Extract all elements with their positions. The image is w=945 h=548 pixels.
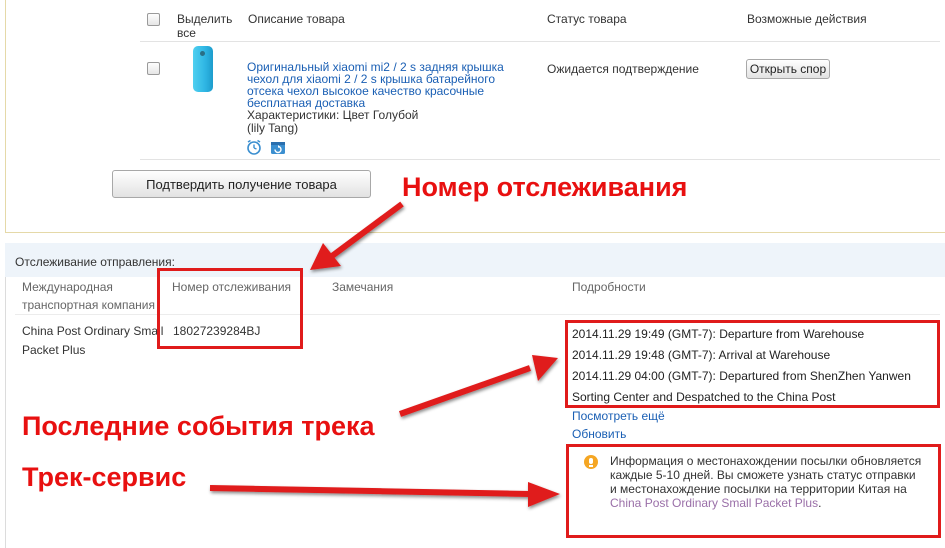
camera-dot bbox=[200, 51, 205, 56]
annotation-recent-events: Последние события трека bbox=[22, 411, 375, 441]
product-attributes: Характеристики: Цвет Голубой bbox=[247, 108, 419, 122]
annotation-tracking-number: Номер отслеживания bbox=[402, 172, 688, 202]
select-all-checkbox[interactable] bbox=[147, 13, 160, 26]
calendar-refresh-icon[interactable] bbox=[270, 140, 286, 155]
tracking-title: Отслеживание отправления: bbox=[15, 255, 175, 269]
divider bbox=[140, 159, 940, 160]
column-carrier: Международная транспортная компания bbox=[22, 280, 155, 312]
column-details: Подробности bbox=[572, 280, 646, 294]
column-remarks: Замечания bbox=[332, 280, 394, 294]
item-checkbox[interactable] bbox=[147, 62, 160, 75]
open-dispute-button[interactable]: Открыть спор bbox=[746, 59, 830, 79]
product-image[interactable] bbox=[193, 46, 213, 92]
column-actions: Возможные действия bbox=[747, 12, 867, 26]
carrier-name: China Post Ordinary Small Packet Plus bbox=[22, 324, 164, 357]
refresh-link[interactable]: Обновить bbox=[572, 427, 626, 441]
alarm-clock-icon[interactable] bbox=[246, 139, 262, 155]
column-status: Статус товара bbox=[547, 12, 627, 26]
tracking-number-highlight bbox=[157, 268, 303, 349]
divider bbox=[15, 314, 940, 315]
see-more-link[interactable]: Посмотреть ещё bbox=[572, 409, 665, 423]
item-status: Ожидается подтверждение bbox=[547, 62, 699, 76]
divider bbox=[140, 41, 940, 42]
annotation-track-service: Трек-сервис bbox=[22, 462, 187, 492]
seller-name: (lily Tang) bbox=[247, 121, 299, 135]
product-title-link[interactable]: Оригинальный xiaomi mi2 / 2 s задняя кры… bbox=[247, 61, 542, 109]
recent-events-highlight bbox=[565, 320, 940, 408]
track-service-highlight bbox=[566, 444, 941, 538]
column-description: Описание товара bbox=[248, 12, 345, 26]
select-all-label: Выделить все bbox=[177, 12, 233, 40]
confirm-receipt-button[interactable]: Подтвердить получение товара bbox=[112, 170, 371, 198]
